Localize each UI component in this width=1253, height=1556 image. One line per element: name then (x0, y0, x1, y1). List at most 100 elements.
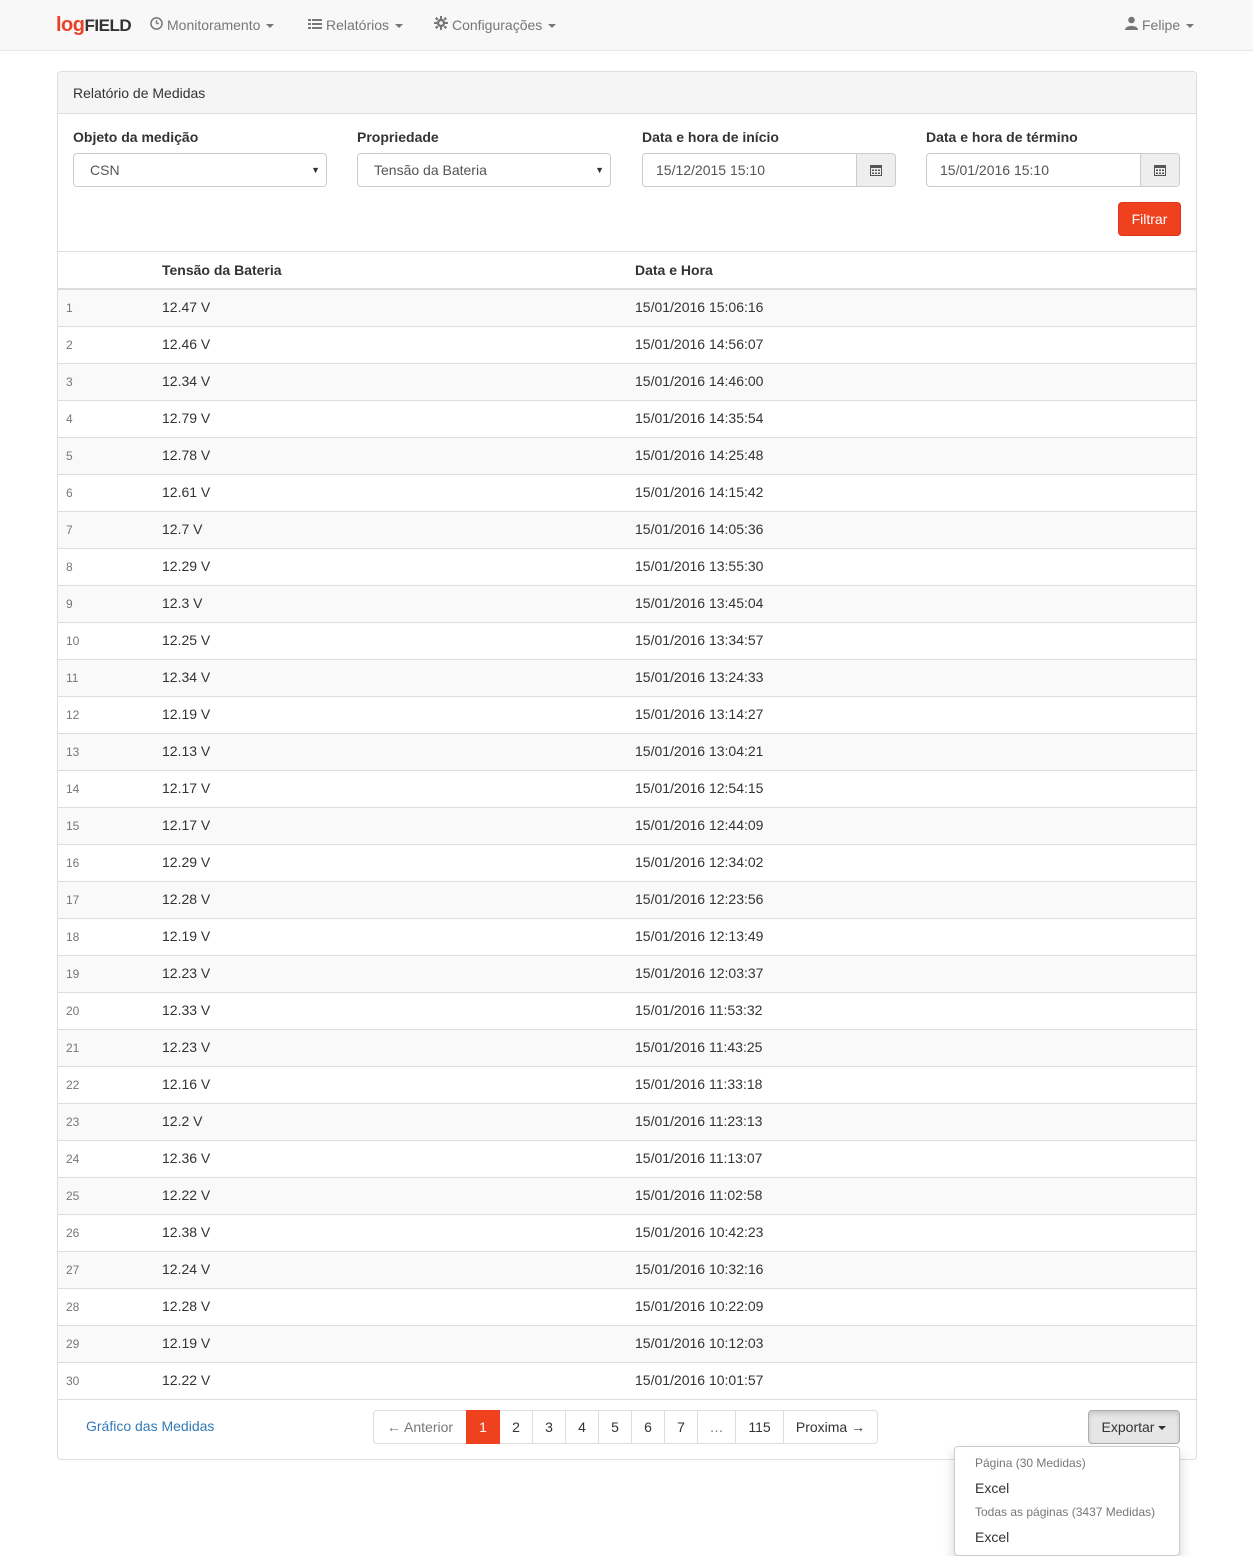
top-navbar: logFIELD Monitoramento Relatórios Config… (0, 0, 1253, 51)
page-3[interactable]: 3 (532, 1410, 566, 1444)
pagination-next[interactable]: Proxima → (783, 1410, 878, 1444)
inicio-date-field[interactable]: 15/12/2015 15:10 (642, 153, 896, 187)
page-7[interactable]: 7 (664, 1410, 698, 1444)
row-number: 26 (66, 1226, 80, 1240)
row-value: 12.2 V (162, 1113, 203, 1129)
row-datetime: 15/01/2016 12:23:56 (635, 891, 764, 907)
select-arrow-icon: ▼ (595, 165, 604, 175)
objeto-label: Objeto da medição (73, 129, 199, 145)
export-excel-all[interactable]: Excel (975, 1529, 1009, 1545)
table-row: 13 12.13 V 15/01/2016 13:04:21 (58, 733, 1196, 770)
dashboard-icon (150, 0, 163, 50)
exportar-button[interactable]: Exportar (1088, 1410, 1180, 1444)
calendar-icon (1154, 165, 1166, 176)
calendar-button[interactable] (856, 154, 895, 186)
table-row: 7 12.7 V 15/01/2016 14:05:36 (58, 511, 1196, 548)
filtrar-button[interactable]: Filtrar (1118, 202, 1181, 236)
table-row: 5 12.78 V 15/01/2016 14:25:48 (58, 437, 1196, 474)
table-row: 6 12.61 V 15/01/2016 14:15:42 (58, 474, 1196, 511)
row-value: 12.3 V (162, 595, 203, 611)
row-number: 11 (66, 671, 79, 685)
menu-label: Configurações (452, 17, 543, 33)
inicio-value: 15/12/2015 15:10 (656, 162, 765, 178)
list-icon (308, 0, 322, 50)
gear-icon (434, 0, 448, 50)
objeto-select[interactable]: CSN ▼ (73, 153, 327, 187)
row-value: 12.7 V (162, 521, 203, 537)
table-row: 20 12.33 V 15/01/2016 11:53:32 (58, 992, 1196, 1029)
row-datetime: 15/01/2016 13:45:04 (635, 595, 764, 611)
row-datetime: 15/01/2016 11:02:58 (635, 1187, 763, 1203)
table-row: 18 12.19 V 15/01/2016 12:13:49 (58, 918, 1196, 955)
row-value: 12.23 V (162, 1039, 211, 1055)
page-2[interactable]: 2 (499, 1410, 533, 1444)
propriedade-value: Tensão da Bateria (374, 162, 487, 178)
calendar-button[interactable] (1140, 154, 1179, 186)
caret-down-icon (548, 24, 557, 29)
page-6[interactable]: 6 (631, 1410, 665, 1444)
menu-monitoramento[interactable]: Monitoramento (150, 0, 275, 50)
pagination-prev[interactable]: ← Anterior (373, 1410, 467, 1444)
row-number: 19 (66, 967, 80, 981)
page-115[interactable]: 115 (735, 1410, 784, 1444)
row-number: 16 (66, 856, 80, 870)
row-value: 12.34 V (162, 669, 211, 685)
table-top-border (58, 251, 1196, 252)
row-datetime: 15/01/2016 14:35:54 (635, 410, 764, 426)
row-datetime: 15/01/2016 12:03:37 (635, 965, 764, 981)
table-row: 26 12.38 V 15/01/2016 10:42:23 (58, 1214, 1196, 1251)
row-datetime: 15/01/2016 13:24:33 (635, 669, 764, 685)
row-datetime: 15/01/2016 10:12:03 (635, 1335, 764, 1351)
page-4[interactable]: 4 (565, 1410, 599, 1444)
page-5[interactable]: 5 (598, 1410, 632, 1444)
row-value: 12.19 V (162, 706, 211, 722)
grafico-link[interactable]: Gráfico das Medidas (86, 1418, 214, 1434)
row-datetime: 15/01/2016 11:53:32 (635, 1002, 763, 1018)
row-datetime: 15/01/2016 13:04:21 (635, 743, 764, 759)
row-number: 15 (66, 819, 80, 833)
table-row: 3 12.34 V 15/01/2016 14:46:00 (58, 363, 1196, 400)
brand-logo[interactable]: logFIELD (56, 12, 132, 39)
row-datetime: 15/01/2016 10:22:09 (635, 1298, 764, 1314)
table-row: 17 12.28 V 15/01/2016 12:23:56 (58, 881, 1196, 918)
table-row: 27 12.24 V 15/01/2016 10:32:16 (58, 1251, 1196, 1288)
table-row: 28 12.28 V 15/01/2016 10:22:09 (58, 1288, 1196, 1325)
caret-down-icon (1186, 24, 1195, 29)
propriedade-select[interactable]: Tensão da Bateria ▼ (357, 153, 611, 187)
termino-label: Data e hora de término (926, 129, 1078, 145)
row-number: 17 (66, 893, 80, 907)
table-bottom-border (58, 1399, 1196, 1400)
row-number: 28 (66, 1300, 80, 1314)
row-value: 12.61 V (162, 484, 211, 500)
row-value: 12.29 V (162, 854, 211, 870)
table-row: 21 12.23 V 15/01/2016 11:43:25 (58, 1029, 1196, 1066)
table-row: 16 12.29 V 15/01/2016 12:34:02 (58, 844, 1196, 881)
row-number: 18 (66, 930, 80, 944)
menu-configuracoes[interactable]: Configurações (434, 0, 557, 50)
row-number: 13 (66, 745, 80, 759)
row-number: 12 (66, 708, 80, 722)
export-excel-page[interactable]: Excel (975, 1480, 1009, 1496)
table-row: 10 12.25 V 15/01/2016 13:34:57 (58, 622, 1196, 659)
inicio-label: Data e hora de início (642, 129, 779, 145)
caret-down-icon (395, 24, 404, 29)
termino-date-field[interactable]: 15/01/2016 15:10 (926, 153, 1180, 187)
row-datetime: 15/01/2016 12:54:15 (635, 780, 764, 796)
table-row: 24 12.36 V 15/01/2016 11:13:07 (58, 1140, 1196, 1177)
row-value: 12.33 V (162, 1002, 211, 1018)
dropdown-header-all: Todas as páginas (3437 Medidas) (975, 1505, 1156, 1519)
row-datetime: 15/01/2016 10:32:16 (635, 1261, 764, 1277)
page-1[interactable]: 1 (466, 1410, 500, 1444)
export-dropdown-menu: Página (30 Medidas) Excel Todas as págin… (954, 1446, 1180, 1556)
row-datetime: 15/01/2016 13:55:30 (635, 558, 764, 574)
calendar-icon (870, 165, 882, 176)
row-value: 12.79 V (162, 410, 211, 426)
row-number: 25 (66, 1189, 80, 1203)
row-value: 12.25 V (162, 632, 211, 648)
page-ellipsis: … (697, 1410, 736, 1444)
row-number: 22 (66, 1078, 80, 1092)
menu-relatorios[interactable]: Relatórios (308, 0, 404, 50)
user-menu[interactable]: Felipe (1125, 0, 1195, 50)
row-datetime: 15/01/2016 11:23:13 (635, 1113, 763, 1129)
table-row: 4 12.79 V 15/01/2016 14:35:54 (58, 400, 1196, 437)
